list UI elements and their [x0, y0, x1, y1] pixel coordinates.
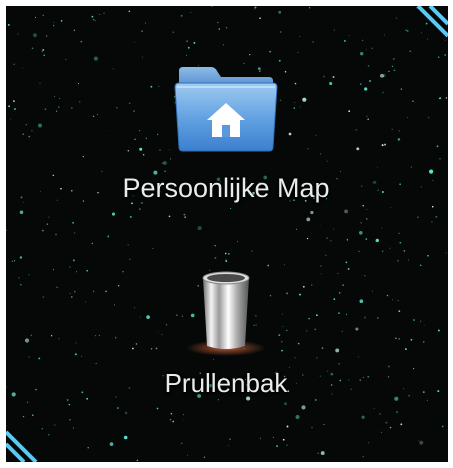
- screenshot-frame: Persoonlijke Map Prullenbak: [0, 0, 453, 468]
- trash-can-icon: [186, 271, 266, 356]
- trash-label: Prullenbak: [164, 368, 288, 398]
- home-folder-icon: [174, 67, 278, 152]
- desktop-background[interactable]: Persoonlijke Map Prullenbak: [6, 6, 448, 462]
- desktop-icon-trash[interactable]: Prullenbak: [136, 264, 316, 399]
- desktop-icon-home-folder[interactable]: Persoonlijke Map: [76, 61, 376, 204]
- home-folder-label: Persoonlijke Map: [122, 173, 330, 203]
